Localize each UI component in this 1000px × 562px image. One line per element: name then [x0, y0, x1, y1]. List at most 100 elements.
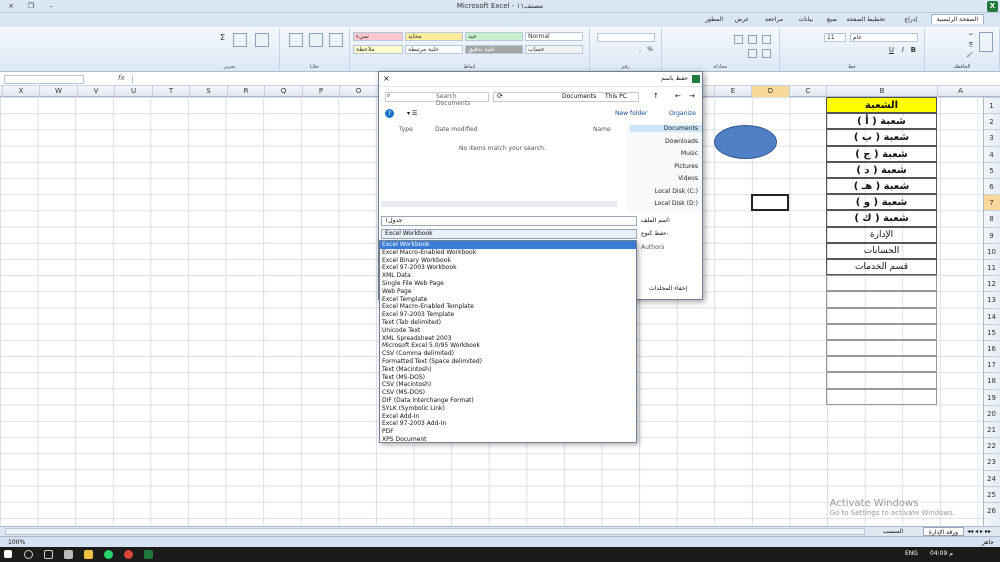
list-item[interactable]: Text (Tab delimited): [380, 319, 636, 327]
whatsapp-icon[interactable]: [104, 550, 113, 559]
list-item[interactable]: XPS Document: [380, 436, 636, 444]
align-right-icon[interactable]: [762, 35, 771, 44]
column-date-modified[interactable]: Date modified: [435, 126, 478, 133]
tab-insert[interactable]: إدراج: [899, 15, 922, 24]
list-item[interactable]: Excel Workbook: [380, 241, 636, 249]
sheet-nav-arrows[interactable]: ◂◂ ◂ ▸ ▸▸: [962, 527, 996, 536]
dialog-close-button[interactable]: ×: [383, 74, 390, 83]
row-header-11[interactable]: 11: [984, 259, 1000, 275]
italic-button[interactable]: I: [902, 46, 904, 54]
language-indicator[interactable]: ENG: [905, 550, 918, 557]
forward-arrow-icon[interactable]: →: [689, 92, 695, 100]
cut-button[interactable]: ✂: [969, 32, 973, 38]
row-header-6[interactable]: 6: [984, 178, 1000, 194]
style-good[interactable]: جيد: [465, 32, 523, 41]
row-header-7[interactable]: 7: [984, 194, 1000, 211]
back-arrow-icon[interactable]: ←: [675, 92, 681, 100]
style-calc[interactable]: حساب: [525, 45, 583, 54]
style-check[interactable]: خلية تدقيق: [465, 45, 523, 54]
list-item[interactable]: Excel 97-2003 Add-In: [380, 420, 636, 428]
search-icon[interactable]: [24, 550, 33, 559]
column-header-T[interactable]: T: [152, 86, 189, 97]
list-item[interactable]: Excel Template: [380, 296, 636, 304]
row-header-4[interactable]: 4: [984, 145, 1000, 162]
table-cell[interactable]: الإدارة: [826, 226, 937, 243]
row-header-3[interactable]: 3: [984, 129, 1000, 145]
row-header-13[interactable]: 13: [984, 291, 1000, 307]
column-header-S[interactable]: S: [189, 86, 227, 97]
bold-button[interactable]: B: [911, 46, 916, 54]
row-header-24[interactable]: 24: [984, 469, 1000, 486]
list-item[interactable]: Unicode Text: [380, 327, 636, 335]
tab-home[interactable]: الصفحة الرئيسية: [930, 14, 984, 24]
file-list-scrollbar[interactable]: [381, 201, 617, 207]
table-cell[interactable]: شعبة ( هـ ): [826, 178, 937, 195]
column-header-D[interactable]: D: [751, 86, 789, 97]
wrap-text-icon[interactable]: [762, 49, 771, 58]
row-header-25[interactable]: 25: [984, 485, 1000, 502]
name-box[interactable]: [4, 75, 84, 84]
search-documents-input[interactable]: Search Documents: [385, 92, 489, 107]
list-item[interactable]: Formatted Text (Space delimited): [380, 358, 636, 366]
sheet-tab-2[interactable]: السسب: [878, 527, 908, 536]
insert-cells-icon[interactable]: [329, 33, 343, 47]
row-header-23[interactable]: 23: [984, 453, 1000, 469]
table-cell[interactable]: شعبة ( ج ): [826, 145, 937, 162]
align-left-icon[interactable]: [734, 35, 743, 44]
row-header-19[interactable]: 19: [984, 388, 1000, 405]
list-item[interactable]: CSV (Macintosh): [380, 381, 636, 389]
paste-icon[interactable]: [979, 32, 993, 52]
autosum-icon[interactable]: Σ: [220, 33, 225, 42]
style-neutral[interactable]: محايد: [405, 32, 463, 41]
row-header-8[interactable]: 8: [984, 210, 1000, 226]
table-cell[interactable]: شعبة ( ك ): [826, 210, 937, 227]
column-header-R[interactable]: R: [227, 86, 264, 97]
row-header-2[interactable]: 2: [984, 113, 1000, 129]
list-item[interactable]: DIF (Data Interchange Format): [380, 397, 636, 405]
help-icon[interactable]: ?: [385, 109, 394, 118]
file-list[interactable]: Type Date modified Name No items match y…: [379, 122, 625, 212]
row-header-10[interactable]: 10: [984, 242, 1000, 259]
path-thispc[interactable]: This PC: [605, 93, 627, 100]
nav-documents[interactable]: Documents: [630, 125, 702, 132]
row-header-12[interactable]: 12: [984, 275, 1000, 291]
organize-button[interactable]: Organize: [669, 110, 696, 117]
find-select-icon[interactable]: [233, 33, 247, 47]
font-name-select[interactable]: عام: [850, 33, 918, 42]
list-item[interactable]: Web Page: [380, 288, 636, 296]
percent-button[interactable]: %: [647, 46, 653, 53]
list-item[interactable]: Microsoft Excel 5.0/95 Workbook: [380, 342, 636, 350]
row-header-5[interactable]: 5: [984, 161, 1000, 178]
row-header-16[interactable]: 16: [984, 340, 1000, 356]
list-item[interactable]: CSV (MS-DOS): [380, 389, 636, 397]
copy-button[interactable]: ⎘: [969, 42, 973, 48]
table-cell-empty[interactable]: [826, 356, 937, 373]
nav-pictures[interactable]: Pictures: [674, 163, 698, 170]
tab-formulas[interactable]: صيغ: [822, 15, 842, 24]
tab-developer[interactable]: المطور: [700, 15, 728, 24]
format-cells-icon[interactable]: [289, 33, 303, 47]
list-item[interactable]: Single File Web Page: [380, 280, 636, 288]
chrome-icon[interactable]: [124, 550, 133, 559]
nav-local-disk-c[interactable]: Local Disk (C:): [655, 188, 698, 195]
column-header-Q[interactable]: Q: [264, 86, 302, 97]
clock[interactable]: 04:09 م: [930, 550, 953, 557]
style-note[interactable]: ملاحظة: [353, 45, 403, 54]
column-name[interactable]: Name: [593, 126, 611, 133]
column-header-A[interactable]: A: [937, 86, 983, 97]
column-header-E[interactable]: E: [714, 86, 751, 97]
oval-shape[interactable]: [714, 125, 777, 159]
nav-videos[interactable]: Videos: [678, 175, 698, 182]
list-item[interactable]: Excel Binary Workbook: [380, 257, 636, 265]
list-item[interactable]: Excel Add-In: [380, 413, 636, 421]
tab-page-layout[interactable]: تخطيط الصفحة: [841, 15, 890, 24]
table-cell[interactable]: شعبة ( د ): [826, 161, 937, 178]
list-item[interactable]: XML Spreadsheet 2003: [380, 335, 636, 343]
nav-downloads[interactable]: Downloads: [665, 138, 698, 145]
list-item[interactable]: Text (Macintosh): [380, 366, 636, 374]
excel-icon[interactable]: X: [987, 1, 998, 12]
view-options-icon[interactable]: ▾ ☰: [407, 110, 417, 117]
table-cell-empty[interactable]: [826, 275, 937, 292]
zoom-level[interactable]: 100%: [8, 539, 25, 546]
row-header-20[interactable]: 20: [984, 404, 1000, 421]
